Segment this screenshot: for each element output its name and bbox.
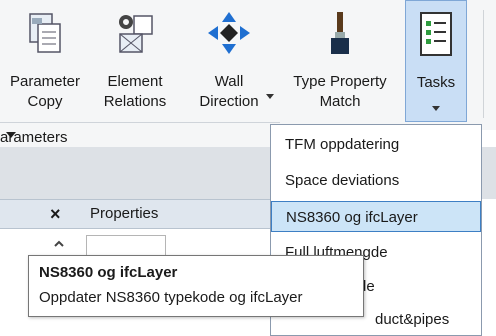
type-property-match-label-line: Type Property [293,73,387,90]
ribbon: Parameter Copy Element Relations Wall Direc… [0,0,496,130]
tooltip-title: NS8360 og ifcLayer [39,264,178,281]
scroll-up-icon[interactable] [52,237,66,251]
wall-direction-icon [208,12,250,54]
parameter-copy-label-line: Copy [27,93,63,110]
tooltip-description: Oppdater NS8360 typekode og ifcLayer [39,289,303,306]
properties-header: × Properties [0,199,280,229]
parameters-panel-bar[interactable]: arameters [0,122,280,147]
paintbrush-icon [331,12,349,54]
wall-direction-label: Wall Direction [186,72,272,112]
menu-item-tfm-oppdatering[interactable]: TFM oppdatering [271,129,481,160]
tooltip: NS8360 og ifcLayer Oppdater NS8360 typek… [28,255,364,317]
type-property-match-label-line: Match [319,93,361,110]
properties-close-icon[interactable]: × [50,204,61,225]
element-relations-label: Element Relations [92,72,178,112]
parameter-copy-icon [29,13,61,53]
ribbon-separator [483,10,484,118]
parameters-panel-label: arameters [0,129,68,146]
type-property-match-button[interactable]: Type Property Match [280,0,400,122]
wall-direction-label-line: Direction [199,93,259,110]
element-relations-icon [119,15,153,53]
properties-title: Properties [90,205,159,222]
wall-direction-button[interactable]: Wall Direction [186,0,274,122]
wall-direction-caret-icon[interactable] [266,94,274,99]
tasks-caret-icon [432,106,440,111]
type-property-match-label: Type Property Match [280,72,400,112]
tasks-button[interactable]: Tasks [405,0,467,122]
tasks-checklist-icon [420,12,452,56]
parameter-copy-label: Parameter Copy [0,72,90,112]
parameter-copy-button[interactable]: Parameter Copy [0,0,90,122]
wall-direction-label-line: Wall [214,73,244,90]
element-relations-label-line: Relations [103,93,167,110]
parameter-copy-label-line: Parameter [9,73,81,90]
tasks-label: Tasks [416,74,456,91]
menu-item-ns8360-og-ifclayer[interactable]: NS8360 og ifcLayer [271,201,481,232]
element-relations-label-line: Element [107,73,163,90]
element-relations-button[interactable]: Element Relations [92,0,178,122]
menu-item-space-deviations[interactable]: Space deviations [271,165,481,196]
